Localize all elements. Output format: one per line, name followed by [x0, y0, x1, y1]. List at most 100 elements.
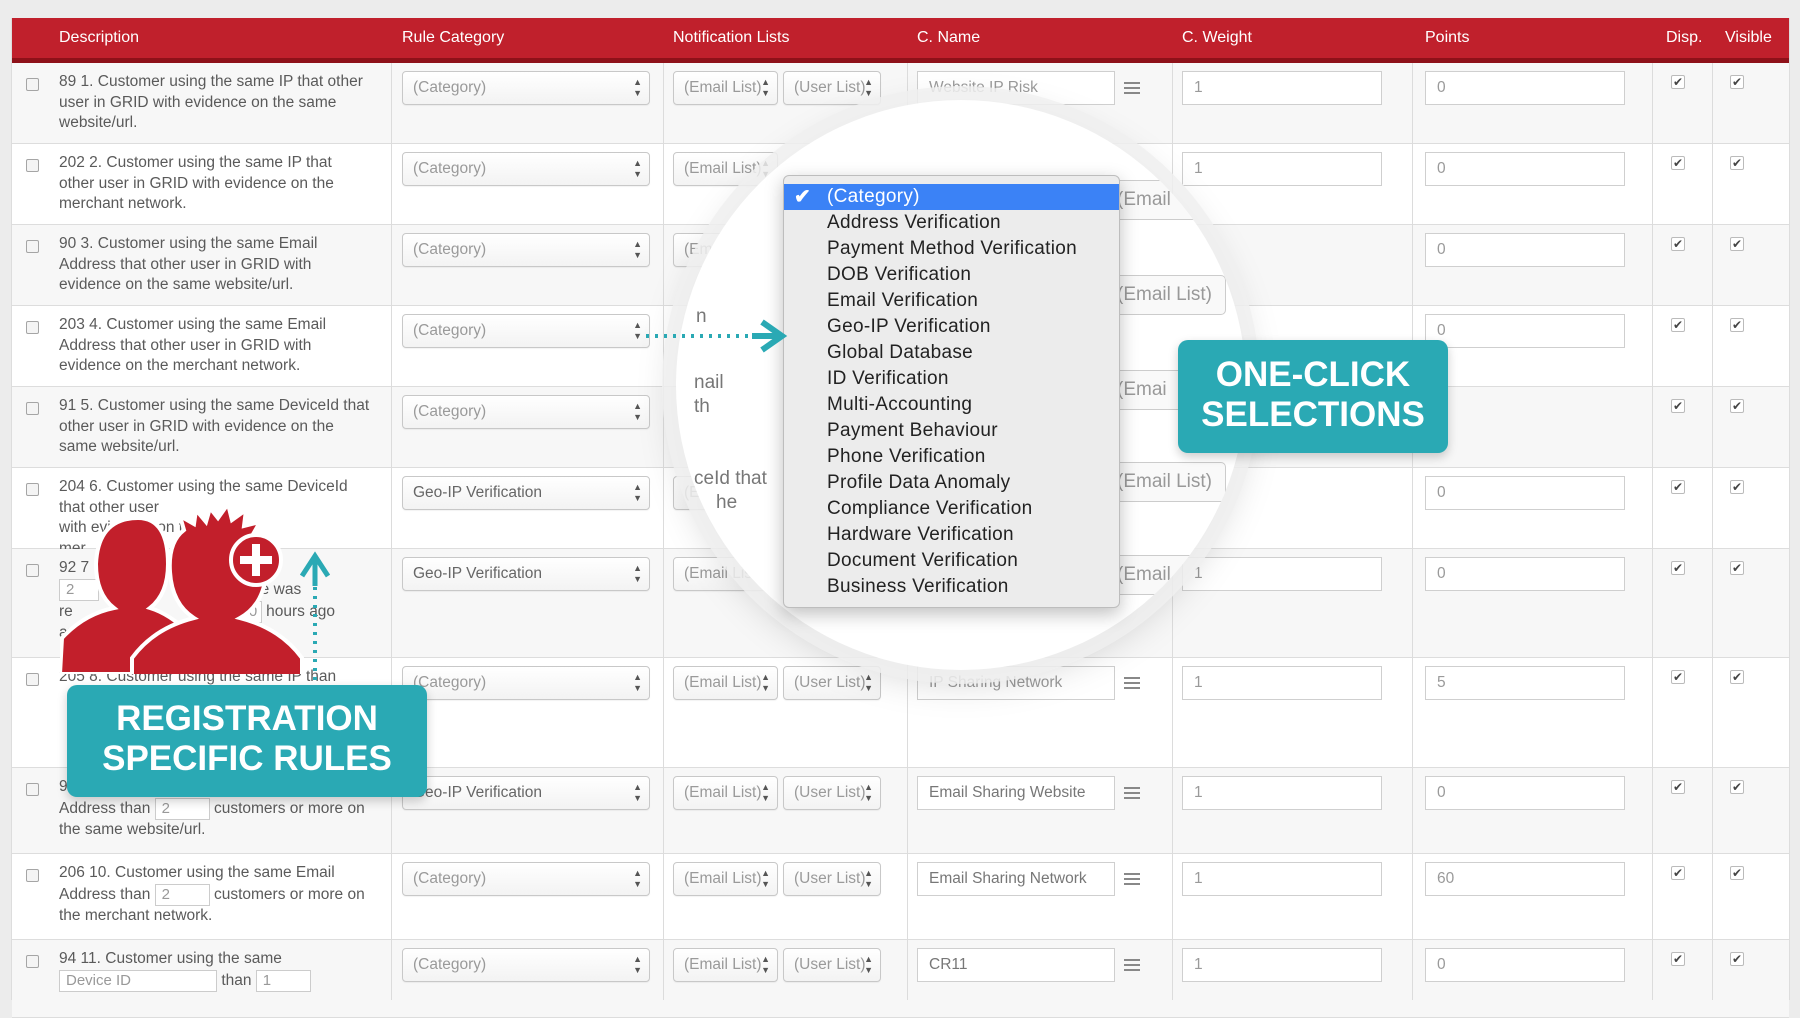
visible-checkbox[interactable]: ✔: [1730, 561, 1744, 575]
rule-category-select[interactable]: Geo-IP Verification ▲ ▼: [402, 476, 650, 510]
row-select-checkbox[interactable]: [26, 159, 39, 172]
category-dropdown-menu[interactable]: (Category) ✔ Address Verification Payment M…: [783, 175, 1120, 608]
rule-category-select[interactable]: (Category) ▲ ▼: [402, 233, 650, 267]
dropdown-option[interactable]: Compliance Verification: [784, 496, 1119, 522]
c-weight-input[interactable]: 1: [1182, 948, 1382, 982]
row-select-checkbox[interactable]: [26, 402, 39, 415]
email-list-select[interactable]: (Email List)▲▼: [673, 666, 778, 700]
header-notification-lists[interactable]: Notification Lists: [673, 18, 790, 58]
rule-category-select[interactable]: Geo-IP Verification ▲ ▼: [402, 557, 650, 591]
disp-checkbox[interactable]: ✔: [1671, 237, 1685, 251]
visible-checkbox[interactable]: ✔: [1730, 670, 1744, 684]
count-input[interactable]: 2: [154, 883, 210, 906]
dropdown-option[interactable]: Profile Data Anomaly: [784, 470, 1119, 496]
row-select-checkbox[interactable]: [26, 321, 39, 334]
c-weight-input[interactable]: 1: [1182, 862, 1382, 896]
user-list-select[interactable]: (User List) ▲ ▼: [783, 666, 881, 700]
points-input[interactable]: 5: [1425, 666, 1625, 700]
disp-checkbox[interactable]: ✔: [1671, 670, 1685, 684]
list-icon[interactable]: [1124, 959, 1140, 971]
user-list-select[interactable]: (User List) ▲ ▼: [783, 71, 881, 105]
header-rule-category[interactable]: Rule Category: [402, 18, 504, 58]
user-list-select[interactable]: (User List) ▲ ▼: [783, 776, 881, 810]
row-select-checkbox[interactable]: [26, 240, 39, 253]
rule-category-select[interactable]: (Category) ▲ ▼: [402, 71, 650, 105]
row-select-checkbox[interactable]: [26, 955, 39, 968]
dropdown-option[interactable]: Business Verification: [784, 574, 1119, 600]
points-input[interactable]: 0: [1425, 476, 1625, 510]
points-input[interactable]: 0: [1425, 71, 1625, 105]
visible-checkbox[interactable]: ✔: [1730, 780, 1744, 794]
count-input[interactable]: 1: [255, 969, 311, 992]
dropdown-option[interactable]: Multi-Accounting: [784, 392, 1119, 418]
dropdown-option[interactable]: Geo-IP Verification: [784, 314, 1119, 340]
email-list-select[interactable]: (Email List)▲▼: [673, 776, 778, 810]
visible-checkbox[interactable]: ✔: [1730, 866, 1744, 880]
rule-category-select[interactable]: (Category) ▲ ▼: [402, 395, 650, 429]
c-weight-input[interactable]: 1: [1182, 71, 1382, 105]
points-input[interactable]: 0: [1425, 557, 1625, 591]
header-visible[interactable]: Visible: [1725, 18, 1772, 58]
disp-checkbox[interactable]: ✔: [1671, 399, 1685, 413]
visible-checkbox[interactable]: ✔: [1730, 318, 1744, 332]
user-list-select[interactable]: (User List) ▲ ▼: [783, 948, 881, 982]
c-weight-input[interactable]: 1: [1182, 776, 1382, 810]
c-name-input[interactable]: CR11: [917, 948, 1115, 982]
c-name-input[interactable]: Email Sharing Network: [917, 862, 1115, 896]
row-select-checkbox[interactable]: [26, 78, 39, 91]
user-list-select[interactable]: (User List) ▲ ▼: [783, 862, 881, 896]
visible-checkbox[interactable]: ✔: [1730, 237, 1744, 251]
disp-checkbox[interactable]: ✔: [1671, 156, 1685, 170]
points-input[interactable]: 0: [1425, 776, 1625, 810]
disp-checkbox[interactable]: ✔: [1671, 561, 1685, 575]
visible-checkbox[interactable]: ✔: [1730, 480, 1744, 494]
disp-checkbox[interactable]: ✔: [1671, 480, 1685, 494]
dropdown-option[interactable]: Hardware Verification: [784, 522, 1119, 548]
dropdown-option[interactable]: Payment Behaviour: [784, 418, 1119, 444]
disp-checkbox[interactable]: ✔: [1671, 866, 1685, 880]
row-select-checkbox[interactable]: [26, 673, 39, 686]
dropdown-option[interactable]: Payment Method Verification: [784, 236, 1119, 262]
list-icon[interactable]: [1124, 82, 1140, 94]
points-input[interactable]: 0: [1425, 314, 1625, 348]
list-icon[interactable]: [1124, 873, 1140, 885]
points-input[interactable]: 60: [1425, 862, 1625, 896]
disp-checkbox[interactable]: ✔: [1671, 780, 1685, 794]
points-input[interactable]: 0: [1425, 948, 1625, 982]
dropdown-option[interactable]: Address Verification: [784, 210, 1119, 236]
visible-checkbox[interactable]: ✔: [1730, 156, 1744, 170]
c-weight-input[interactable]: 1: [1182, 666, 1382, 700]
visible-checkbox[interactable]: ✔: [1730, 399, 1744, 413]
rule-category-select[interactable]: (Category) ▲ ▼: [402, 666, 650, 700]
dropdown-option[interactable]: (Category) ✔: [784, 184, 1119, 210]
device-id-select[interactable]: Device ID: [59, 969, 217, 992]
dropdown-option[interactable]: Email Verification: [784, 288, 1119, 314]
row-select-checkbox[interactable]: [26, 783, 39, 796]
disp-checkbox[interactable]: ✔: [1671, 952, 1685, 966]
rule-category-select[interactable]: (Category) ▲ ▼: [402, 948, 650, 982]
visible-checkbox[interactable]: ✔: [1730, 952, 1744, 966]
count-input[interactable]: 2: [154, 797, 210, 820]
email-list-select[interactable]: (Email List)▲▼: [673, 948, 778, 982]
visible-checkbox[interactable]: ✔: [1730, 75, 1744, 89]
row-select-checkbox[interactable]: [26, 564, 39, 577]
c-name-input[interactable]: IP Sharing Network: [917, 666, 1115, 700]
rule-category-select[interactable]: (Category) ▲ ▼: [402, 152, 650, 186]
header-c-weight[interactable]: C. Weight: [1182, 18, 1252, 58]
email-list-select[interactable]: (Email List)▲▼: [673, 862, 778, 896]
list-icon[interactable]: [1124, 677, 1140, 689]
email-list-select[interactable]: (Email List)▲▼: [673, 71, 778, 105]
dropdown-option[interactable]: DOB Verification: [784, 262, 1119, 288]
header-description[interactable]: Description: [59, 18, 139, 58]
list-icon[interactable]: [1124, 787, 1140, 799]
header-points[interactable]: Points: [1425, 18, 1469, 58]
disp-checkbox[interactable]: ✔: [1671, 75, 1685, 89]
points-input[interactable]: 0: [1425, 233, 1625, 267]
dropdown-option[interactable]: Document Verification: [784, 548, 1119, 574]
points-input[interactable]: 0: [1425, 152, 1625, 186]
row-select-checkbox[interactable]: [26, 869, 39, 882]
rule-category-select[interactable]: (Category) ▲ ▼: [402, 314, 650, 348]
row-select-checkbox[interactable]: [26, 483, 39, 496]
c-name-input[interactable]: Email Sharing Website: [917, 776, 1115, 810]
disp-checkbox[interactable]: ✔: [1671, 318, 1685, 332]
